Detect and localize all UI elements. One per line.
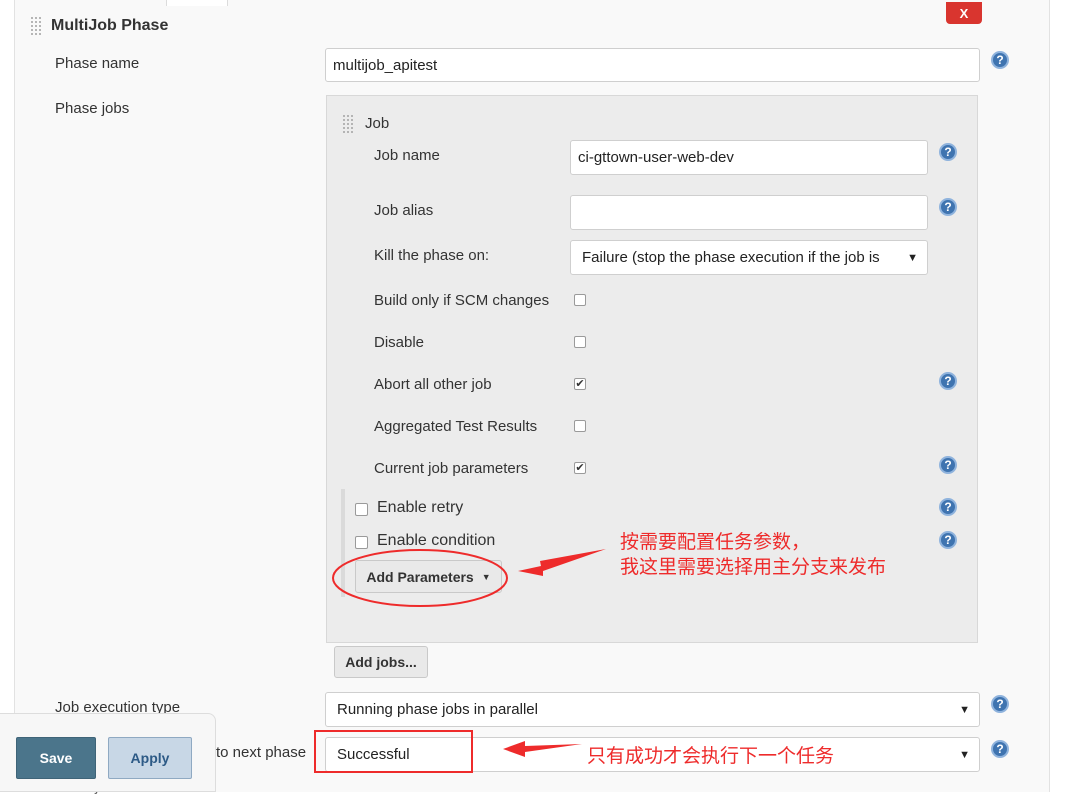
annotation-note: 只有成功才会执行下一个任务 <box>587 745 835 767</box>
arrow-icon <box>518 549 606 576</box>
annotation-line: 按需要配置任务参数， <box>620 531 811 553</box>
arrow-icon <box>503 741 582 757</box>
annotation-overlay <box>314 549 606 773</box>
highlight-ellipse <box>332 549 508 607</box>
highlight-rect <box>314 730 473 773</box>
annotation-line: 我这里需要选择用主分支来发布 <box>620 556 887 578</box>
annotation-note: 按需要配置任务参数， 我这里需要选择用主分支来发布 <box>620 530 886 580</box>
